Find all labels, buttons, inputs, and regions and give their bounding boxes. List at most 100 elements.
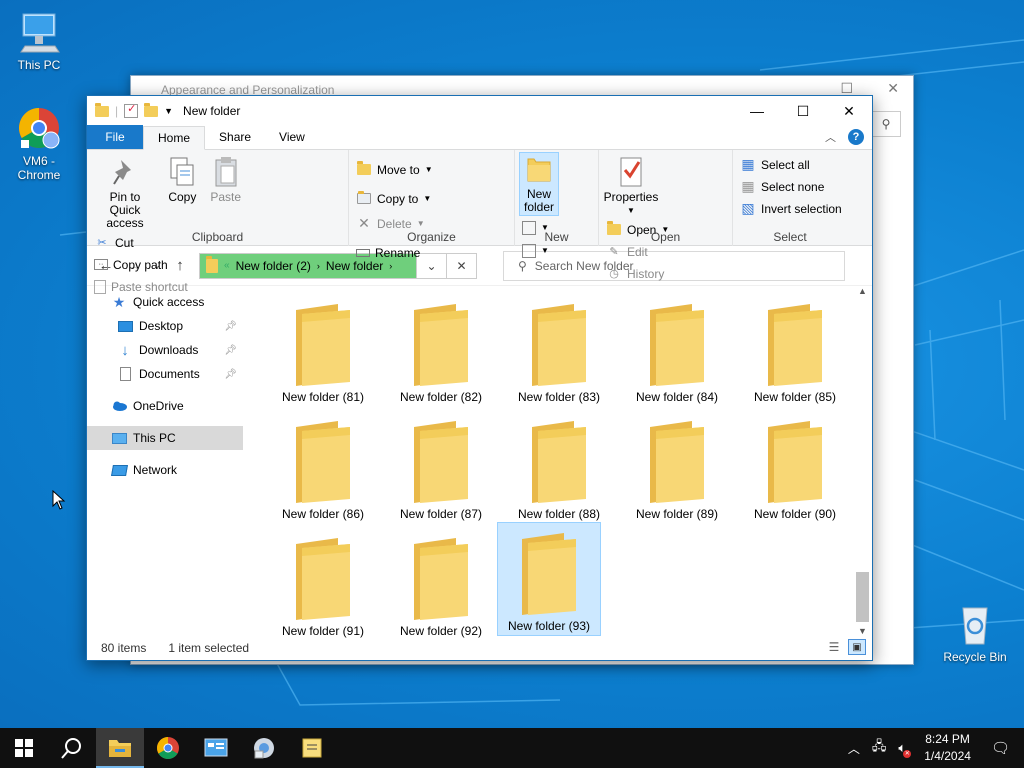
folder-item[interactable]: New folder (88)	[507, 411, 611, 525]
nav-item-downloads[interactable]: ↓ Downloads 📌︎	[87, 338, 243, 362]
close-icon[interactable]: ✕	[887, 80, 899, 97]
nav-item-desktop[interactable]: Desktop 📌︎	[87, 314, 243, 338]
folder-item[interactable]: New folder (81)	[271, 294, 375, 408]
taskbar-settings-app[interactable]	[240, 728, 288, 768]
show-hidden-icons-icon[interactable]: ︿	[842, 740, 866, 757]
pin-icon[interactable]: 📌︎	[224, 369, 237, 380]
search-icon[interactable]: ⚲	[871, 111, 901, 137]
tab-file[interactable]: File	[87, 125, 143, 149]
item-count: 80 items	[101, 641, 147, 655]
search-box[interactable]: ⚲ Search New folder	[503, 250, 845, 281]
copy-path-button[interactable]: ·· Copy path	[91, 255, 191, 274]
folder-icon	[95, 102, 109, 117]
ribbon: Pin to Quick access Copy Paste ✂ Cut ·· Co…	[87, 150, 872, 294]
new-folder-button[interactable]: New folder	[519, 152, 559, 216]
volume-muted-icon[interactable]: 🔈︎ ✕	[892, 740, 912, 758]
folder-item[interactable]: New folder (83)	[507, 294, 611, 408]
clipboard-group: Pin to Quick access Copy Paste ✂ Cut ·· Co…	[87, 150, 349, 294]
desktop-icon-label: VM6 - Chrome	[17, 154, 61, 182]
clock[interactable]: 8:24 PM 1/4/2024	[912, 731, 983, 765]
rename-button[interactable]: Rename	[353, 243, 428, 262]
taskbar-file-explorer[interactable]	[96, 728, 144, 768]
clock-time: 8:24 PM	[925, 732, 970, 746]
desktop-icon-this-pc[interactable]: This PC	[1, 8, 77, 72]
breadcrumb-separator-icon[interactable]: ›	[317, 261, 320, 271]
desktop-icon-chrome[interactable]: VM6 - Chrome	[1, 104, 77, 182]
pin-icon[interactable]: 📌︎	[224, 345, 237, 356]
select-all-button[interactable]: ▦ Select all	[737, 155, 845, 174]
properties-button[interactable]: Properties ▼	[603, 154, 659, 219]
folder-item[interactable]: New folder (90)	[743, 411, 847, 525]
select-small-buttons: ▦ Select all ▦ Select none ▧ Invert selecti…	[737, 154, 845, 218]
cloud-icon	[111, 398, 127, 414]
taskbar-chrome[interactable]	[144, 728, 192, 768]
titlebar: | ✓ ▼ New folder — ☐ ✕	[87, 96, 872, 126]
notifications-icon[interactable]: 🗨︎	[983, 739, 1024, 757]
pin-icon[interactable]: 📌︎	[224, 321, 237, 332]
details-view-icon[interactable]: ☰	[826, 639, 842, 655]
folder-item[interactable]: New folder (86)	[271, 411, 375, 525]
select-none-icon: ▦	[741, 178, 755, 194]
folder-item[interactable]: New folder (89)	[625, 411, 729, 525]
window-title: New folder	[183, 104, 241, 118]
copy-button[interactable]: Copy	[162, 154, 202, 206]
folder-item[interactable]: New folder (82)	[389, 294, 493, 408]
system-app-icon	[254, 738, 274, 759]
open-small-buttons: Open ▼ ✎ Edit ◷ History	[603, 219, 672, 283]
close-button[interactable]: ✕	[826, 96, 872, 126]
maximize-button[interactable]: ☐	[780, 96, 826, 126]
address-bar[interactable]: « New folder (2) › New folder › ⌄ ✕	[199, 252, 477, 279]
breadcrumb-item[interactable]: New folder (2)	[236, 259, 311, 273]
help-icon[interactable]: ?	[848, 129, 864, 145]
overflow-chevron-icon[interactable]: «	[224, 260, 230, 271]
pin-to-quick-access-button[interactable]: Pin to Quick access	[91, 154, 159, 232]
network-icon	[110, 462, 128, 478]
nav-item-network[interactable]: Network	[87, 458, 243, 482]
folder-item[interactable]: New folder (84)	[625, 294, 729, 408]
properties-icon	[615, 156, 647, 188]
file-explorer-window[interactable]: | ✓ ▼ New folder — ☐ ✕ File Home Share V…	[86, 95, 873, 661]
folder-item[interactable]: New folder (85)	[743, 294, 847, 408]
minimize-button[interactable]: —	[734, 96, 780, 126]
desktop-icon-recycle-bin[interactable]: Recycle Bin	[937, 600, 1013, 664]
select-none-button[interactable]: ▦ Select none	[737, 177, 845, 196]
invert-selection-button[interactable]: ▧ Invert selection	[737, 199, 845, 218]
vertical-scrollbar[interactable]: ▲ ▼	[854, 286, 871, 636]
search-button[interactable]	[48, 728, 96, 768]
scrollbar-thumb[interactable]	[856, 572, 869, 622]
taskbar: ︿ 🖧︎ 🔈︎ ✕ 8:24 PM 1/4/2024 🗨︎	[0, 728, 1024, 768]
nav-item-documents[interactable]: Documents 📌︎	[87, 362, 243, 386]
tab-share[interactable]: Share	[205, 125, 265, 149]
new-folder-qa-icon[interactable]	[144, 102, 159, 117]
edit-button[interactable]: ✎ Edit	[603, 242, 672, 261]
folder-item-selected[interactable]: New folder (93)	[497, 522, 601, 636]
properties-check-icon[interactable]: ✓	[124, 103, 139, 118]
large-icons-view-icon[interactable]: ▣	[848, 639, 866, 655]
dropdown-arrow-icon: ▼	[423, 194, 432, 203]
move-to-button[interactable]: Move to ▼	[353, 160, 436, 179]
folder-item[interactable]: New folder (92)	[389, 528, 493, 642]
tab-view[interactable]: View	[265, 125, 319, 149]
breadcrumb-separator-icon[interactable]: ›	[389, 261, 392, 271]
taskbar-notes[interactable]	[288, 728, 336, 768]
address-clear-button[interactable]: ✕	[446, 253, 476, 278]
collapse-ribbon-icon[interactable]: ︿	[825, 129, 836, 145]
move-to-icon	[356, 161, 372, 178]
network-status-icon[interactable]: 🖧︎	[866, 737, 893, 759]
copy-to-button[interactable]: Copy to ▼	[353, 189, 436, 208]
folder-item[interactable]: New folder (91)	[271, 528, 375, 642]
qa-dropdown-icon[interactable]: ▼	[164, 106, 173, 116]
nav-item-this-pc[interactable]: This PC	[87, 426, 243, 450]
taskbar-control-panel[interactable]	[192, 728, 240, 768]
organize-label: Organize	[407, 230, 456, 244]
scroll-up-icon[interactable]: ▲	[854, 286, 871, 296]
scroll-down-icon[interactable]: ▼	[854, 626, 871, 636]
folder-item[interactable]: New folder (87)	[389, 411, 493, 525]
paste-button[interactable]: Paste	[206, 154, 246, 206]
nav-item-quick-access[interactable]: ★ Quick access	[87, 290, 243, 314]
open-label: Open	[650, 230, 681, 244]
nav-item-onedrive[interactable]: OneDrive	[87, 394, 243, 418]
history-button[interactable]: ◷ History	[603, 264, 672, 283]
start-button[interactable]	[0, 728, 48, 768]
tab-home[interactable]: Home	[143, 126, 206, 150]
